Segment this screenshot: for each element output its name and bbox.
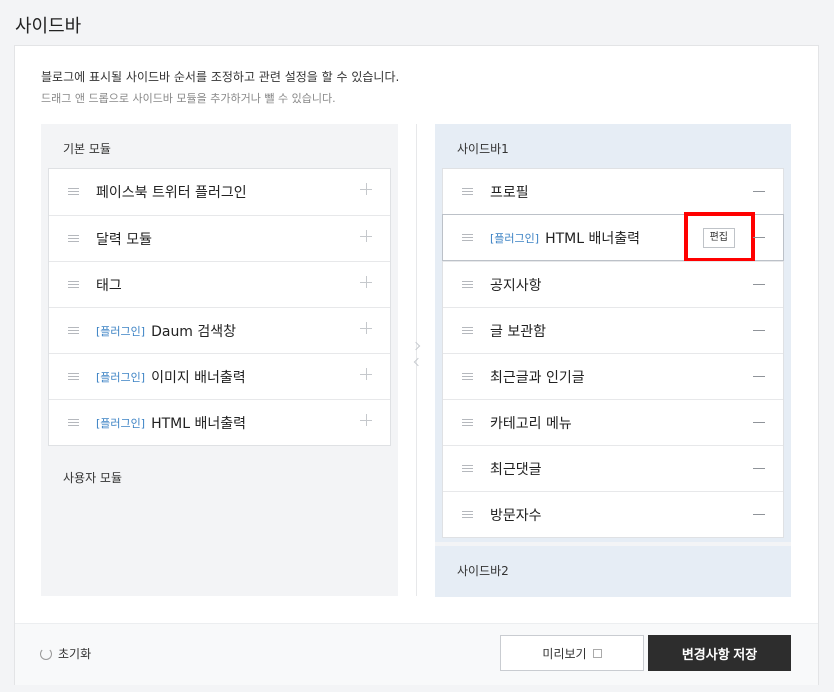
module-label: 방문자수 xyxy=(490,507,542,524)
module-label: 태그 xyxy=(96,277,122,294)
list-item[interactable]: 카테고리 메뉴 xyxy=(443,399,783,445)
plugin-tag: [플러그인] xyxy=(96,416,146,430)
drag-handle-icon[interactable] xyxy=(462,326,473,335)
module-label: HTML 배너출력 xyxy=(545,230,641,247)
plus-icon[interactable] xyxy=(360,414,372,426)
list-item[interactable]: [플러그인] Daum 검색창 xyxy=(49,307,390,353)
drag-handle-icon[interactable] xyxy=(462,510,473,519)
page-title: 사이드바 xyxy=(15,16,82,37)
module-label: 카테고리 메뉴 xyxy=(490,415,572,432)
module-label: HTML 배너출력 xyxy=(151,415,247,432)
description-line-1: 블로그에 표시될 사이드바 순서를 조정하고 관련 설정을 할 수 있습니다. xyxy=(41,70,400,84)
basic-modules-title: 기본 모듈 xyxy=(63,142,111,156)
plus-icon[interactable] xyxy=(360,368,372,380)
save-changes-button[interactable]: 변경사항 저장 xyxy=(648,635,791,671)
drag-handle-icon[interactable] xyxy=(462,188,473,196)
sidebar1-title: 사이드바1 xyxy=(457,142,509,156)
list-item[interactable]: 최근댓글 xyxy=(443,445,783,491)
drag-handle-icon[interactable] xyxy=(462,280,473,289)
sidebar1-box: 사이드바1 프로필 [플러그인] HTML 배너출력 편집 공지사항 글 보관함… xyxy=(435,124,791,542)
chevron-right-icon xyxy=(411,341,421,351)
drag-handle-icon[interactable] xyxy=(68,326,79,335)
plus-icon[interactable] xyxy=(360,276,372,288)
module-label: 달력 모듈 xyxy=(96,231,152,248)
plus-icon[interactable] xyxy=(360,322,372,334)
drag-handle-icon[interactable] xyxy=(462,464,473,473)
drag-handle-icon[interactable] xyxy=(68,280,79,289)
module-label: 최근글과 인기글 xyxy=(490,369,585,386)
preview-button[interactable]: 미리보기 xyxy=(500,635,644,671)
edit-button[interactable]: 편집 xyxy=(702,228,735,248)
list-item[interactable]: 공지사항 xyxy=(443,261,783,307)
minus-icon[interactable] xyxy=(753,376,765,377)
module-library: 기본 모듈 페이스북 트위터 플러그인 달력 모듈 태그 [플러그인] Daum… xyxy=(41,124,398,596)
module-label: 최근댓글 xyxy=(490,461,542,478)
module-label: 공지사항 xyxy=(490,277,542,294)
drag-handle-icon[interactable] xyxy=(462,418,473,427)
list-item[interactable]: 태그 xyxy=(49,261,390,307)
module-label: 프로필 xyxy=(490,185,529,201)
minus-icon[interactable] xyxy=(753,191,765,192)
minus-icon[interactable] xyxy=(753,422,765,423)
reset-button[interactable]: 초기화 xyxy=(40,645,91,662)
chevron-left-icon xyxy=(413,357,423,367)
drag-handle-icon[interactable] xyxy=(68,188,79,196)
drag-handle-icon[interactable] xyxy=(68,372,79,381)
module-label: 이미지 배너출력 xyxy=(151,369,246,386)
plugin-tag: [플러그인] xyxy=(490,231,540,245)
preview-label: 미리보기 xyxy=(542,646,587,661)
sidebar2-box[interactable]: 사이드바2 xyxy=(435,546,791,597)
list-item[interactable]: [플러그인] HTML 배너출력 편집 xyxy=(442,212,784,262)
drag-handle-icon[interactable] xyxy=(68,418,79,427)
list-item[interactable]: [플러그인] 이미지 배너출력 xyxy=(49,353,390,399)
move-arrows xyxy=(411,340,423,370)
module-label: Daum 검색창 xyxy=(151,323,237,340)
plus-icon[interactable] xyxy=(360,230,372,242)
minus-icon[interactable] xyxy=(753,284,765,285)
refresh-icon xyxy=(40,647,52,660)
sidebar-settings-panel: 블로그에 표시될 사이드바 순서를 조정하고 관련 설정을 할 수 있습니다. … xyxy=(14,45,819,685)
sidebar1-list: 프로필 [플러그인] HTML 배너출력 편집 공지사항 글 보관함 최근글과 … xyxy=(442,168,784,538)
plugin-tag: [플러그인] xyxy=(96,324,146,338)
description-line-2: 드래그 앤 드롭으로 사이드바 모듈을 추가하거나 뺄 수 있습니다. xyxy=(41,92,336,105)
user-modules-title: 사용자 모듈 xyxy=(63,471,123,485)
basic-modules-box: 기본 모듈 페이스북 트위터 플러그인 달력 모듈 태그 [플러그인] Daum… xyxy=(41,124,398,450)
plus-icon[interactable] xyxy=(360,183,372,195)
list-item[interactable]: 페이스북 트위터 플러그인 xyxy=(49,169,390,215)
drag-handle-icon[interactable] xyxy=(68,234,79,243)
reset-label: 초기화 xyxy=(58,647,92,661)
minus-icon[interactable] xyxy=(753,514,765,515)
minus-icon[interactable] xyxy=(753,237,765,238)
list-item[interactable]: [플러그인] HTML 배너출력 xyxy=(49,399,390,445)
sidebar-columns: 사이드바1 프로필 [플러그인] HTML 배너출력 편집 공지사항 글 보관함… xyxy=(435,124,791,597)
plugin-tag: [플러그인] xyxy=(96,370,146,384)
list-item[interactable]: 달력 모듈 xyxy=(49,215,390,261)
list-item[interactable]: 글 보관함 xyxy=(443,307,783,353)
minus-icon[interactable] xyxy=(753,468,765,469)
module-label: 페이스북 트위터 플러그인 xyxy=(96,185,247,201)
module-label: 글 보관함 xyxy=(490,323,546,340)
drag-handle-icon[interactable] xyxy=(462,372,473,381)
basic-modules-list: 페이스북 트위터 플러그인 달력 모듈 태그 [플러그인] Daum 검색창 [… xyxy=(48,168,391,446)
sidebar2-title: 사이드바2 xyxy=(457,564,509,578)
list-item[interactable]: 프로필 xyxy=(443,169,783,215)
list-item[interactable]: 방문자수 xyxy=(443,491,783,537)
external-link-icon xyxy=(592,648,602,658)
minus-icon[interactable] xyxy=(753,330,765,331)
drag-handle-icon[interactable] xyxy=(462,233,473,242)
footer-bar: 초기화 미리보기 변경사항 저장 xyxy=(15,623,818,685)
list-item[interactable]: 최근글과 인기글 xyxy=(443,353,783,399)
user-modules-box: 사용자 모듈 xyxy=(41,453,398,596)
